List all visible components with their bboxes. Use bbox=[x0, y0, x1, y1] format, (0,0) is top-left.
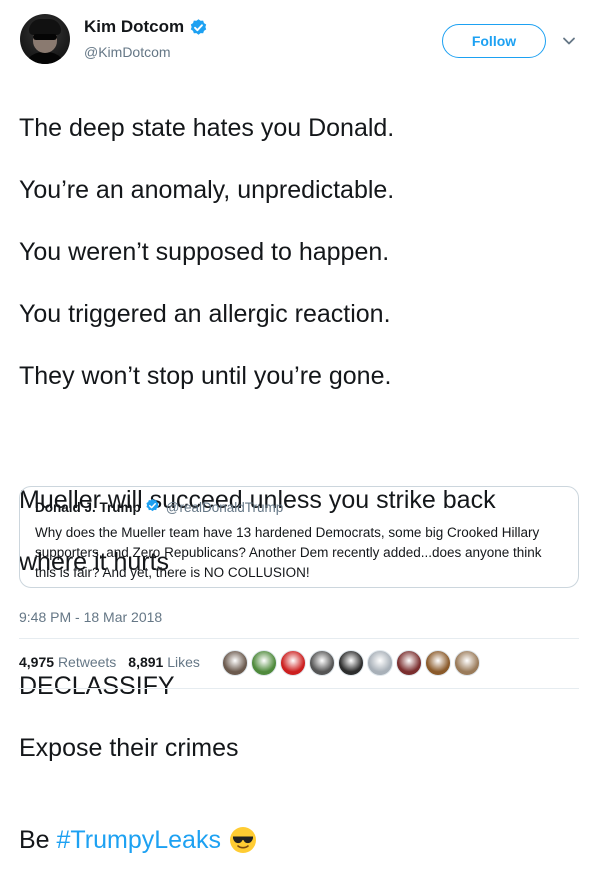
quoted-tweet-text: Why does the Mueller team have 13 harden… bbox=[35, 525, 542, 580]
tweet-line: You’re an anomaly, unpredictable. bbox=[19, 176, 395, 204]
display-name[interactable]: Kim Dotcom bbox=[84, 17, 184, 37]
tweet-line: Expose their crimes bbox=[19, 734, 239, 762]
likes-label: Likes bbox=[167, 654, 200, 670]
verified-badge-icon bbox=[189, 18, 208, 37]
chevron-down-icon[interactable] bbox=[562, 33, 576, 51]
hashtag-link[interactable]: #TrumpyLeaks bbox=[57, 826, 221, 854]
tweet-line: They won’t stop until you’re gone. bbox=[19, 362, 392, 390]
liker-avatar[interactable] bbox=[309, 650, 335, 676]
liker-avatar[interactable] bbox=[251, 650, 277, 676]
liker-avatar[interactable] bbox=[367, 650, 393, 676]
liker-avatars bbox=[222, 650, 480, 676]
tweet-line: The deep state hates you Donald. bbox=[19, 114, 395, 142]
liker-avatar[interactable] bbox=[280, 650, 306, 676]
likes-stat[interactable]: 8,891 Likes bbox=[128, 654, 200, 670]
author-name-row: Kim Dotcom bbox=[84, 17, 208, 37]
retweets-count: 4,975 bbox=[19, 654, 55, 670]
liker-avatar[interactable] bbox=[338, 650, 364, 676]
divider bbox=[19, 688, 579, 689]
liker-avatar[interactable] bbox=[396, 650, 422, 676]
avatar-shirt bbox=[23, 52, 67, 64]
liker-avatar[interactable] bbox=[454, 650, 480, 676]
quoted-tweet-header: Donald J. Trump @realDonaldTrump bbox=[35, 498, 563, 516]
quoted-tweet[interactable]: Donald J. Trump @realDonaldTrump Why doe… bbox=[19, 486, 579, 588]
smiling-face-with-sunglasses-icon bbox=[229, 795, 257, 862]
tweet-line: You triggered an allergic reaction. bbox=[19, 300, 391, 328]
avatar[interactable] bbox=[20, 14, 70, 64]
last-line-prefix: Be bbox=[19, 826, 57, 854]
tweet-line-last: Be #TrumpyLeaks bbox=[19, 795, 589, 862]
author-handle[interactable]: @KimDotcom bbox=[84, 44, 171, 60]
avatar-hair bbox=[29, 19, 61, 35]
retweets-label: Retweets bbox=[57, 654, 117, 670]
divider bbox=[19, 638, 579, 639]
quoted-handle: @realDonaldTrump bbox=[165, 499, 284, 515]
follow-button[interactable]: Follow bbox=[442, 24, 546, 58]
tweet-stats: 4,975 Retweets 8,891 Likes bbox=[19, 654, 200, 670]
likes-count: 8,891 bbox=[128, 654, 164, 670]
quoted-display-name: Donald J. Trump bbox=[35, 499, 141, 515]
tweet-line: You weren’t supposed to happen. bbox=[19, 238, 390, 266]
tweet-timestamp[interactable]: 9:48 PM - 18 Mar 2018 bbox=[19, 609, 162, 625]
retweets-stat[interactable]: 4,975 Retweets bbox=[19, 654, 116, 670]
liker-avatar[interactable] bbox=[425, 650, 451, 676]
avatar-glasses bbox=[33, 34, 57, 40]
verified-badge-icon bbox=[145, 498, 160, 516]
liker-avatar[interactable] bbox=[222, 650, 248, 676]
